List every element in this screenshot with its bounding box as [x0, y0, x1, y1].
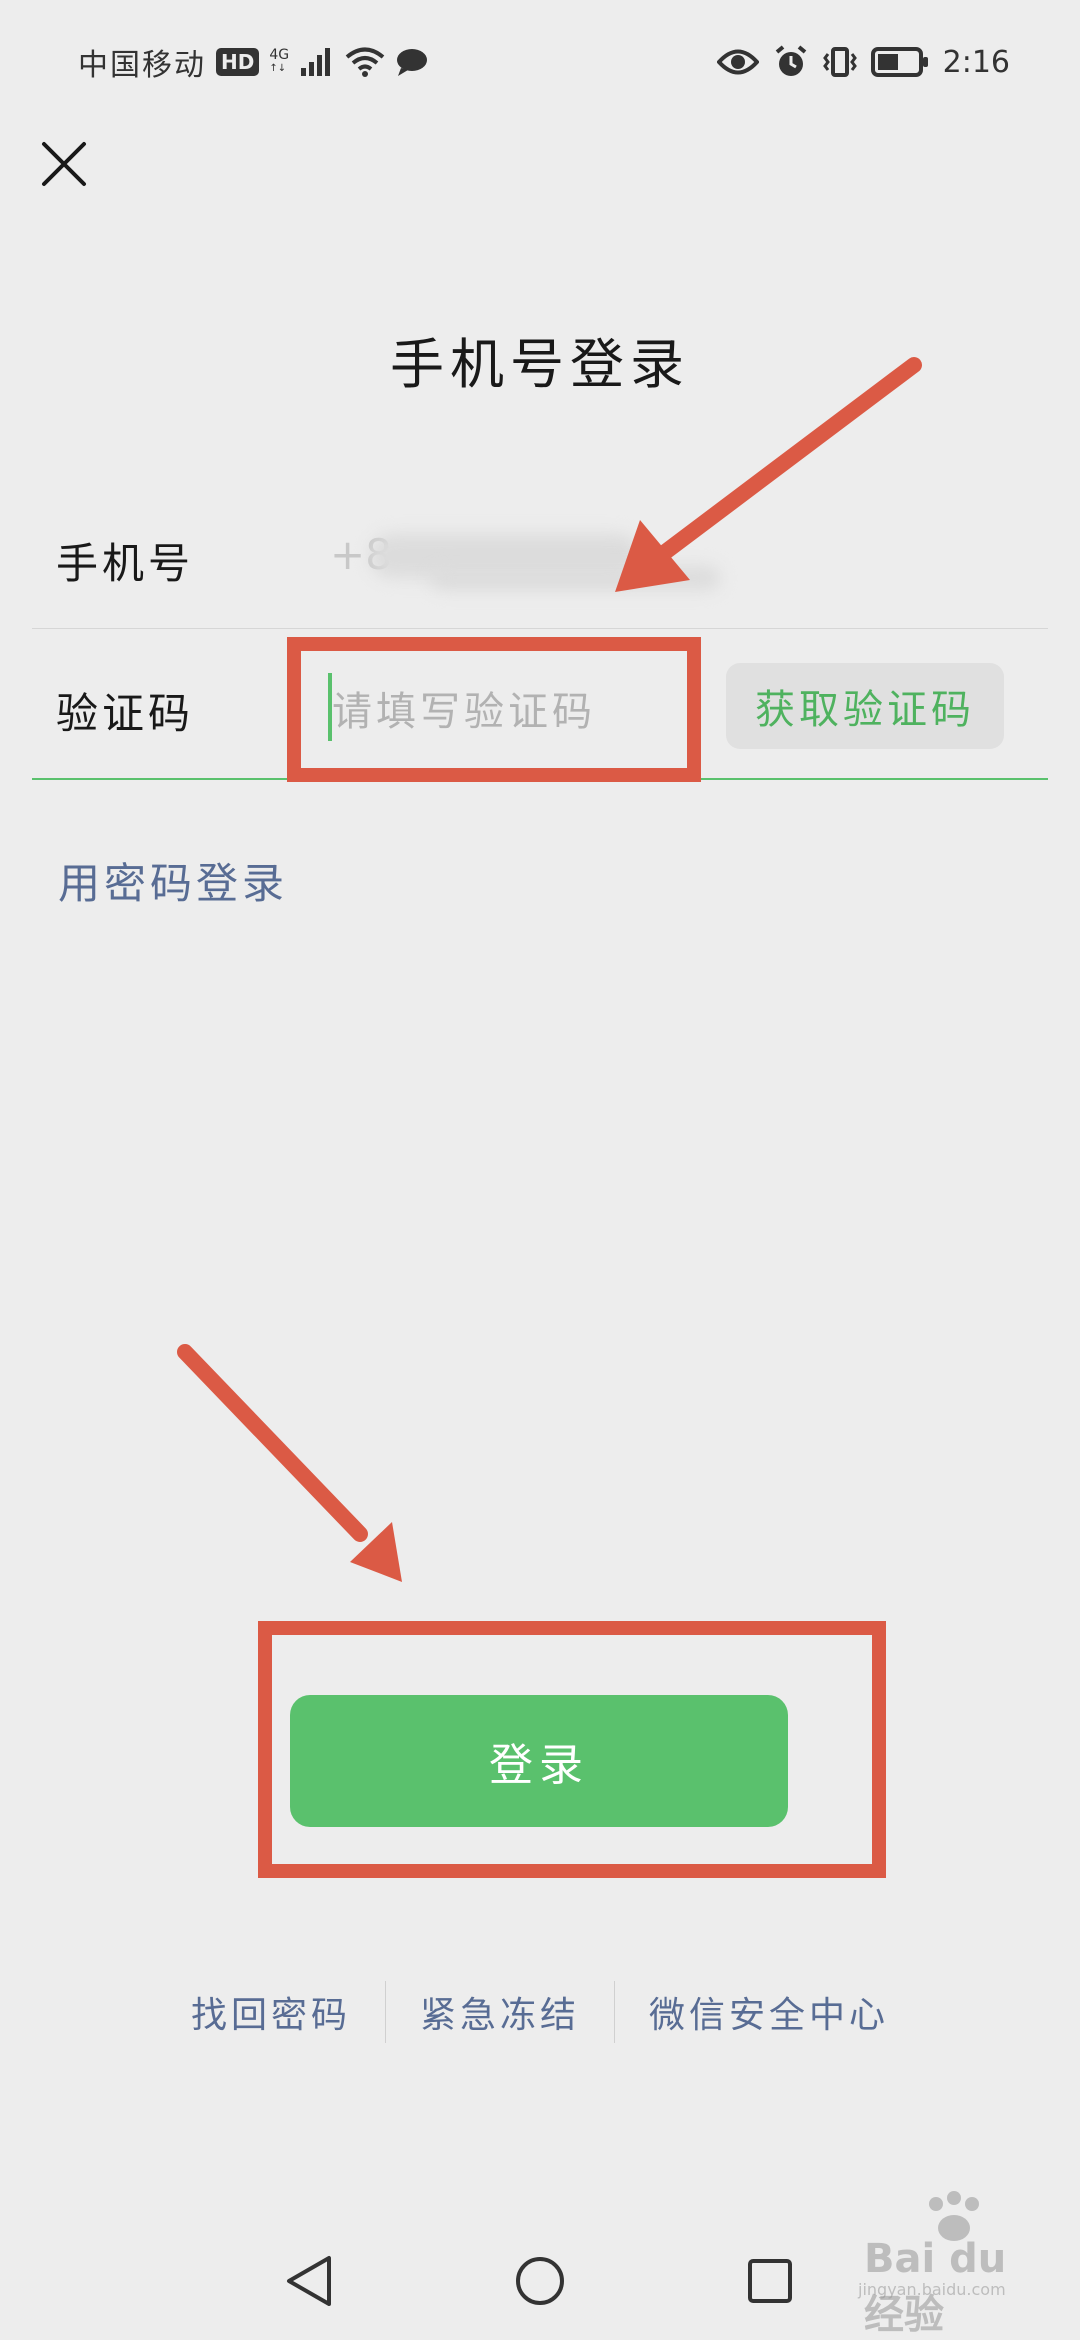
watermark-url: jingyan.baidu.com — [858, 2280, 1006, 2299]
recents-square-icon — [748, 2259, 792, 2303]
annotation-arrow-top — [615, 357, 922, 592]
home-circle-icon — [516, 2257, 564, 2305]
nav-recents-button[interactable] — [743, 2254, 797, 2308]
nav-back-button[interactable] — [283, 2254, 337, 2308]
annotation-arrows — [177, 357, 922, 1582]
baidu-watermark: Bai du 经验 jingyan.baidu.com — [834, 2190, 1054, 2338]
nav-home-button[interactable] — [513, 2254, 567, 2308]
back-triangle-icon — [287, 2256, 331, 2306]
annotation-arrow-bottom — [177, 1344, 402, 1582]
